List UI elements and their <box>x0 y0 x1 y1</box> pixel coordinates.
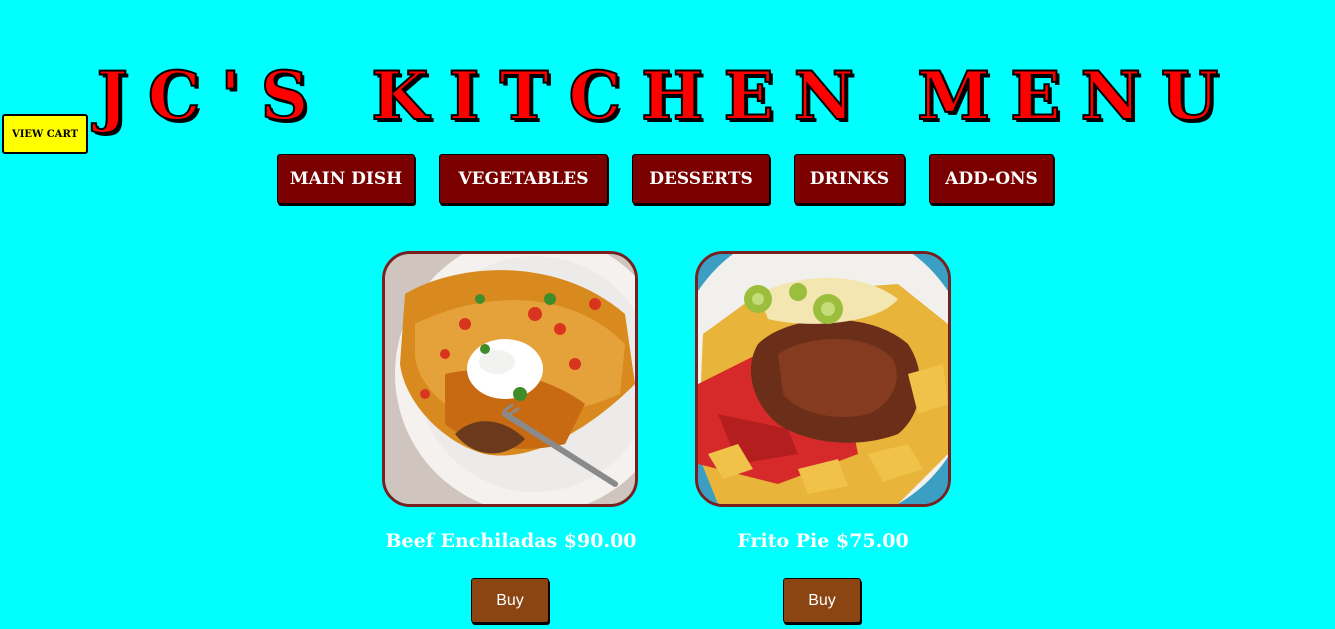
category-desserts-button[interactable]: DESSERTS <box>632 154 770 204</box>
category-add-ons-button[interactable]: ADD-ONS <box>929 154 1054 204</box>
frito-pie-label: Frito Pie $75.00 <box>737 530 909 552</box>
category-vegetables-button[interactable]: VEGETABLES <box>439 154 608 204</box>
beef-enchiladas-buy-button[interactable]: Buy <box>471 578 549 623</box>
view-cart-button[interactable]: VIEW CART <box>2 114 88 154</box>
beef-enchiladas-photo-icon <box>385 254 635 504</box>
category-main-dish-button[interactable]: MAIN DISH <box>277 154 415 204</box>
frito-pie-photo-icon <box>698 254 948 504</box>
category-drinks-button[interactable]: DRINKS <box>794 154 905 204</box>
frito-pie-image <box>695 251 951 507</box>
beef-enchiladas-image <box>382 251 638 507</box>
beef-enchiladas-label: Beef Enchiladas $90.00 <box>385 530 637 552</box>
frito-pie-buy-button[interactable]: Buy <box>783 578 861 623</box>
page-title: JC'S KITCHEN MENU <box>96 56 1239 136</box>
